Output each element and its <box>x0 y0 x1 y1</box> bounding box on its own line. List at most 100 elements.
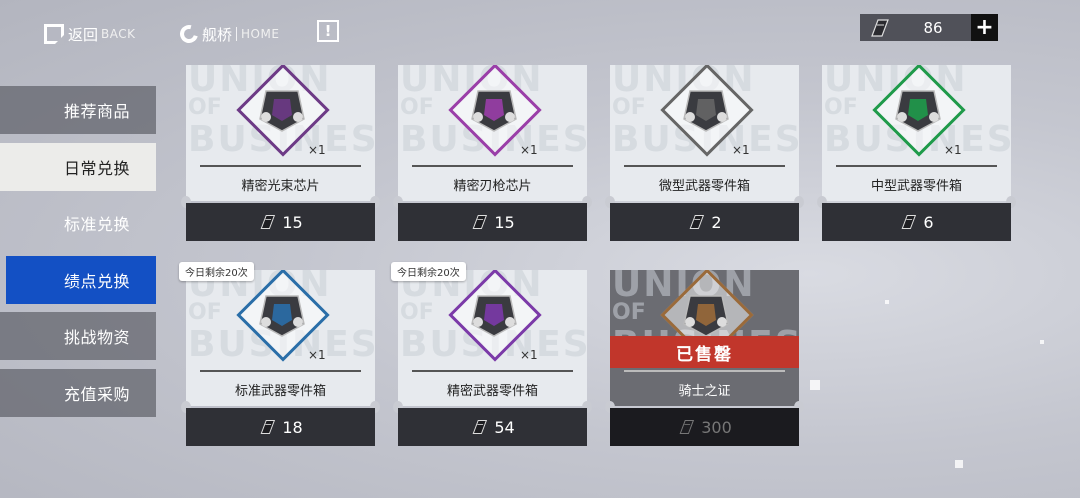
item-name: 精密刃枪芯片 <box>453 179 532 194</box>
item-name: 精密光束芯片 <box>241 179 320 194</box>
notice-button[interactable]: ! <box>317 20 339 42</box>
divider <box>624 165 785 167</box>
item-name: 微型武器零件箱 <box>658 179 750 194</box>
back-label: 返回 <box>68 25 99 44</box>
credit-chip-icon <box>689 214 705 230</box>
sidebar-item-recharge[interactable]: 充值采购 <box>0 368 156 417</box>
price-bar[interactable]: 54 <box>398 408 587 446</box>
item-preview: UNION OF BUSINESS ×1 标准武器零件箱 <box>186 270 375 406</box>
sidebar-item-challenge-supplies[interactable]: 挑战物资 <box>0 312 156 360</box>
price-bar[interactable]: 15 <box>398 203 587 241</box>
sidebar-item-recommended[interactable]: 推荐商品 <box>0 86 156 134</box>
item-price: 2 <box>711 212 722 232</box>
precision-weapon-box-icon <box>471 295 517 337</box>
back-icon <box>44 24 64 44</box>
item-preview: UNION OF BUSINESS ×1 中型武器零件箱 <box>822 65 1011 201</box>
back-button[interactable]: 返回 BACK <box>44 18 136 50</box>
price-bar[interactable]: 15 <box>186 203 375 241</box>
beam-chip-icon <box>259 90 305 132</box>
item-name: 标准武器零件箱 <box>234 384 326 399</box>
credit-chip-icon <box>260 214 276 230</box>
decor-dot <box>885 300 889 304</box>
micro-weapon-box-icon <box>683 90 729 132</box>
currency-value: 86 <box>923 18 943 37</box>
category-sidebar: 推荐商品 日常兑换 标准兑换 绩点兑换 挑战物资 充值采购 <box>0 86 156 425</box>
sidebar-item-daily-exchange[interactable]: 日常兑换 <box>0 142 156 191</box>
blade-gun-chip-icon <box>471 90 517 132</box>
watermark-line: OF <box>400 95 434 120</box>
exclamation-icon: ! <box>324 22 332 40</box>
credit-chip-icon <box>260 419 276 435</box>
price-bar[interactable]: 2 <box>610 203 799 241</box>
item-price: 54 <box>494 417 515 437</box>
price-bar[interactable]: 300 <box>610 408 799 446</box>
sidebar-item-label: 充值采购 <box>63 384 130 404</box>
credit-chip-icon <box>472 419 488 435</box>
price-bar[interactable]: 6 <box>822 203 1011 241</box>
divider <box>624 370 785 372</box>
divider <box>412 370 573 372</box>
item-price: 18 <box>282 417 303 437</box>
shop-item-card[interactable]: 今日剩余20次 UNION OF BUSINESS ×1 精密武器零件箱 <box>391 262 592 446</box>
item-preview: UNION OF BUSINESS 已售罄 ×1 骑士之证 <box>610 270 799 406</box>
sidebar-item-standard-exchange[interactable]: 标准兑换 <box>0 199 156 247</box>
daily-limit-badge: 今日剩余20次 <box>391 262 466 281</box>
watermark-line: OF <box>824 95 858 120</box>
item-price: 300 <box>701 417 732 437</box>
credit-chip-icon <box>679 419 695 435</box>
sidebar-item-label: 推荐商品 <box>63 102 130 121</box>
sidebar-item-points-exchange[interactable]: 绩点兑换 <box>6 255 156 304</box>
back-label-en: BACK <box>101 27 136 41</box>
daily-limit-badge: 今日剩余20次 <box>179 262 254 281</box>
shop-item-card[interactable]: UNION OF BUSINESS 已售罄 ×1 骑士之证 300 <box>605 270 804 446</box>
credit-chip-icon <box>472 214 488 230</box>
standard-weapon-box-icon <box>259 295 305 337</box>
home-button[interactable]: 舰桥 HOME <box>176 18 280 50</box>
watermark-line: OF <box>188 300 222 325</box>
decor-dot <box>955 460 963 468</box>
item-price: 15 <box>494 212 515 232</box>
shop-item-card[interactable]: UNION OF BUSINESS ×1 精密光束芯片 15 <box>181 65 380 241</box>
item-price: 15 <box>282 212 303 232</box>
item-quantity: ×1 <box>520 348 538 362</box>
divider <box>200 165 361 167</box>
home-icon <box>176 21 202 47</box>
item-quantity: ×1 <box>308 348 326 362</box>
shop-item-card[interactable]: UNION OF BUSINESS ×1 微型武器零件箱 2 <box>605 65 804 241</box>
watermark-line: OF <box>612 95 646 120</box>
item-name: 中型武器零件箱 <box>870 179 962 194</box>
home-label: 舰桥 <box>202 25 233 44</box>
divider <box>412 165 573 167</box>
medium-weapon-box-icon <box>895 90 941 132</box>
shop-item-card[interactable]: 今日剩余20次 UNION OF BUSINESS ×1 标准武器零件箱 <box>179 262 380 446</box>
top-bar: 返回 BACK 舰桥 HOME ! 86 + <box>0 0 1080 62</box>
sidebar-item-label: 绩点兑换 <box>63 271 130 291</box>
add-currency-button[interactable]: + <box>971 14 998 41</box>
item-price: 6 <box>923 212 934 232</box>
watermark-line: OF <box>400 300 434 325</box>
item-quantity: ×1 <box>944 143 962 157</box>
watermark-line: OF <box>612 300 646 325</box>
home-label-en: HOME <box>241 27 280 41</box>
sidebar-item-label: 标准兑换 <box>63 215 130 234</box>
price-bar[interactable]: 18 <box>186 408 375 446</box>
item-name: 精密武器零件箱 <box>446 384 538 399</box>
item-quantity: ×1 <box>308 143 326 157</box>
sidebar-item-label: 挑战物资 <box>63 328 130 347</box>
item-quantity: ×1 <box>732 143 750 157</box>
item-preview: UNION OF BUSINESS ×1 精密武器零件箱 <box>398 270 587 406</box>
item-preview: UNION OF BUSINESS ×1 微型武器零件箱 <box>610 65 799 201</box>
divider <box>836 165 997 167</box>
shop-item-card[interactable]: UNION OF BUSINESS ×1 精密刃枪芯片 15 <box>393 65 592 241</box>
credit-chip-icon <box>901 214 917 230</box>
sold-out-banner: 已售罄 <box>610 336 799 368</box>
decor-dot <box>1040 340 1044 344</box>
credit-chip-icon <box>871 18 889 37</box>
item-preview: UNION OF BUSINESS ×1 精密刃枪芯片 <box>398 65 587 201</box>
shop-item-card[interactable]: UNION OF BUSINESS ×1 中型武器零件箱 6 <box>817 65 1016 241</box>
currency-display: 86 + <box>860 14 998 41</box>
item-preview: UNION OF BUSINESS ×1 精密光束芯片 <box>186 65 375 201</box>
item-name: 骑士之证 <box>678 384 731 399</box>
divider <box>200 370 361 372</box>
watermark-line: OF <box>188 95 222 120</box>
